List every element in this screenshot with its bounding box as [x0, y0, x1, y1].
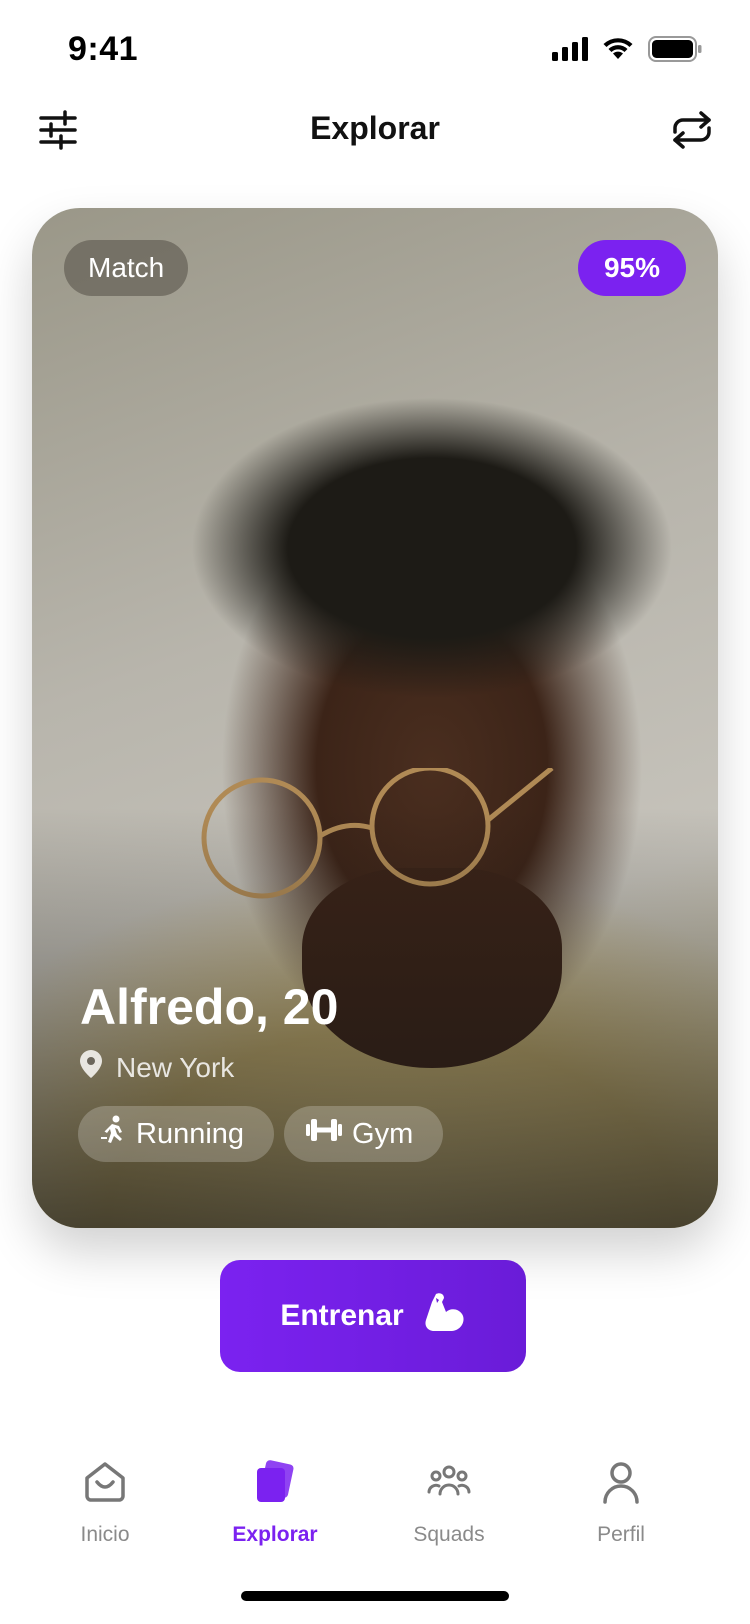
nav-label: Explorar: [232, 1523, 318, 1546]
nav-item-inicio[interactable]: Inicio: [30, 1460, 180, 1547]
match-badge: Match: [64, 240, 189, 296]
nav-label: Perfil: [597, 1523, 645, 1546]
status-bar: 9:41: [0, 0, 750, 100]
home-indicator: [241, 1591, 509, 1601]
status-icons: [552, 36, 702, 67]
nav-item-perfil[interactable]: Perfil: [546, 1460, 696, 1547]
explore-screen: 9:41 Explorar Match 95% Alfredo, 20 New …: [0, 0, 750, 1624]
nav-item-squads[interactable]: Squads: [374, 1460, 524, 1547]
profile-name: Alfredo, 20: [80, 979, 339, 1035]
dumbbell-icon: [306, 1117, 343, 1151]
header: Explorar: [0, 100, 750, 180]
bottom-nav: Inicio Explorar Squads Perfil: [0, 1450, 750, 1580]
flexed-bicep-icon: [422, 1290, 466, 1342]
status-time: 9:41: [68, 30, 139, 68]
cellular-signal-icon: [552, 37, 588, 66]
nav-item-explorar[interactable]: Explorar: [200, 1460, 350, 1547]
nav-label: Inicio: [80, 1523, 130, 1546]
train-button-label: Entrenar: [280, 1299, 404, 1332]
tag-label: Gym: [352, 1117, 414, 1150]
interest-tags: Running Gym: [78, 1106, 444, 1162]
nav-label: Squads: [413, 1523, 485, 1546]
refresh-button[interactable]: [664, 104, 720, 160]
tag-label: Running: [136, 1117, 245, 1150]
group-icon: [427, 1460, 471, 1509]
home-icon: [83, 1460, 127, 1509]
cards-icon: [253, 1460, 297, 1509]
train-button[interactable]: Entrenar: [220, 1260, 526, 1372]
user-icon: [599, 1460, 643, 1509]
match-percent-badge: 95%: [578, 240, 686, 296]
repeat-icon: [669, 110, 715, 155]
location-pin-icon: [80, 1050, 102, 1085]
location-row: New York: [80, 1050, 234, 1085]
location-text: New York: [116, 1051, 235, 1083]
tag-gym[interactable]: Gym: [284, 1106, 444, 1162]
tag-running[interactable]: Running: [78, 1106, 275, 1162]
battery-icon: [648, 36, 702, 67]
wifi-icon: [602, 37, 634, 66]
page-title: Explorar: [310, 110, 440, 146]
running-icon: [100, 1115, 126, 1153]
profile-card[interactable]: Match 95% Alfredo, 20 New York Running G…: [32, 208, 718, 1228]
